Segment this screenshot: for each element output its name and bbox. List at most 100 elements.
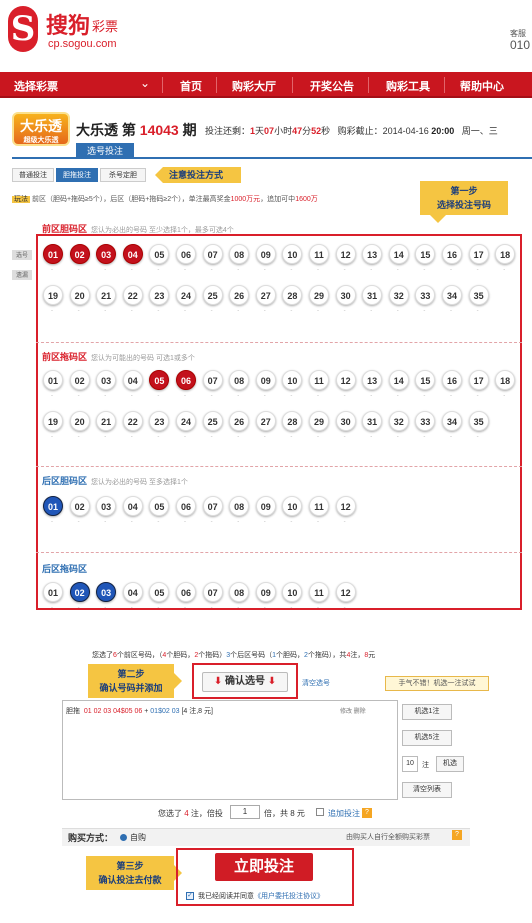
front-tuo-ball[interactable]: 07 [202, 370, 223, 390]
back-dan-ball[interactable]: 01 [43, 496, 63, 516]
tab-dantuo-bet[interactable]: 胆拖投注 [56, 168, 98, 182]
back-tuo-ball[interactable]: 01 [43, 582, 63, 602]
rule-text: 前区（胆码+拖码≥5个），后区（胆码+拖码≥2个），单注最高奖金 [31, 196, 231, 203]
back-tuo-ball[interactable]: 04 [122, 582, 143, 602]
bet-now-button[interactable]: 立即投注 [215, 853, 313, 881]
tab-normal-bet[interactable]: 普通投注 [12, 168, 54, 182]
side-select-button[interactable]: 选号 [12, 250, 32, 260]
back-dan-ball[interactable]: 02 [69, 496, 90, 516]
chase-label[interactable]: 追加投注 [328, 808, 360, 819]
front-dan-ball[interactable]: 04 [122, 244, 143, 264]
front-tuo-ball[interactable]: 25 [202, 411, 223, 431]
back-dan-ball[interactable]: 09 [255, 496, 276, 516]
front-dan-ball[interactable]: 32 [388, 285, 409, 305]
machine-pick-5-button[interactable]: 机选5注 [402, 730, 452, 746]
self-buy-radio[interactable] [120, 834, 127, 841]
nav-hall[interactable]: 购彩大厅 [232, 78, 276, 94]
nav-results[interactable]: 开奖公告 [310, 78, 354, 94]
front-tuo-ball[interactable]: 20 [69, 411, 90, 431]
front-dan-ball[interactable]: 24 [176, 285, 196, 305]
front-dan-ball[interactable]: 16 [442, 244, 462, 264]
clear-selection-link[interactable]: 清空选号 [302, 678, 330, 688]
back-tuo-ball[interactable]: 06 [176, 582, 196, 602]
front-tuo-ball[interactable]: 16 [442, 370, 462, 390]
front-tuo-ball[interactable]: 06 [176, 370, 196, 390]
front-tuo-ball[interactable]: 19 [43, 411, 63, 431]
front-tuo-ball[interactable]: 12 [335, 370, 356, 390]
bet-list-item[interactable]: 胆拖 01 02 03 04$05 06 + 01$02 03 [4 注,8 元… [66, 706, 213, 716]
machine-pick-1-button[interactable]: 机选1注 [402, 704, 452, 720]
front-dan-ball[interactable]: 30 [335, 285, 356, 305]
help-icon[interactable]: ? [362, 808, 372, 818]
back-tuo-ball[interactable]: 11 [309, 582, 329, 602]
bet-row-actions[interactable]: 修改 删除 [340, 706, 366, 715]
brand-name[interactable]: 搜狗 [46, 8, 90, 40]
lottery-select[interactable]: 选择彩票 [14, 78, 58, 94]
front-dan-ball[interactable]: 09 [255, 244, 276, 264]
front-dan-ball[interactable]: 12 [335, 244, 356, 264]
front-dan-ball[interactable]: 11 [309, 244, 329, 264]
front-dan-ball[interactable]: 34 [442, 285, 462, 305]
back-dan-ball[interactable]: 06 [176, 496, 196, 516]
front-tuo-ball[interactable]: 22 [122, 411, 143, 431]
machine-count-input[interactable]: 10 [402, 756, 418, 772]
back-dan-ball[interactable]: 11 [309, 496, 329, 516]
front-tuo-ball[interactable]: 27 [255, 411, 276, 431]
front-tuo-ball[interactable]: 29 [309, 411, 329, 431]
front-dan-ball[interactable]: 20 [69, 285, 90, 305]
chevron-down-icon[interactable]: ⌄ [140, 76, 150, 90]
back-dan-ball[interactable]: 12 [335, 496, 356, 516]
front-tuo-ball[interactable]: 24 [176, 411, 196, 431]
back-dan-ball[interactable]: 04 [122, 496, 143, 516]
confirm-selection-button[interactable]: ⬇ 确认选号 ⬇ [202, 672, 288, 692]
front-tuo-ball[interactable]: 02 [69, 370, 90, 390]
multiple-input[interactable]: 1 [230, 805, 260, 819]
front-tuo-ball[interactable]: 17 [468, 370, 489, 390]
nav-tools[interactable]: 购彩工具 [386, 78, 430, 94]
nav-home[interactable]: 首页 [180, 78, 202, 94]
miss-value: - [157, 434, 160, 440]
front-dan-ball[interactable]: 27 [255, 285, 276, 305]
miss-value: - [237, 605, 240, 611]
back-tuo-ball[interactable]: 02 [69, 582, 90, 602]
front-dan-ball[interactable]: 02 [69, 244, 90, 264]
clear-list-button[interactable]: 清空列表 [402, 782, 452, 798]
front-tuo-ball[interactable]: 35 [468, 411, 489, 431]
front-dan-ball[interactable]: 35 [468, 285, 489, 305]
front-tuo-ball[interactable]: 04 [122, 370, 143, 390]
back-tuo-ball[interactable]: 12 [335, 582, 356, 602]
machine-pick-n-button[interactable]: 机选 [436, 756, 464, 772]
front-dan-ball[interactable]: 19 [43, 285, 63, 305]
back-tuo-ball[interactable]: 07 [202, 582, 223, 602]
self-buy-label[interactable]: 自购 [130, 832, 146, 843]
front-dan-ball[interactable]: 25 [202, 285, 223, 305]
front-tuo-ball[interactable]: 34 [442, 411, 462, 431]
front-dan-ball[interactable]: 01 [43, 244, 63, 264]
sum-text: 您选了 [92, 652, 113, 659]
front-dan-ball[interactable]: 07 [202, 244, 223, 264]
front-tuo-ball[interactable]: 09 [255, 370, 276, 390]
nav-help[interactable]: 帮助中心 [460, 78, 504, 94]
front-dan-ball[interactable]: 29 [309, 285, 329, 305]
front-dan-ball[interactable]: 06 [176, 244, 196, 264]
front-tuo-ball[interactable]: 14 [388, 370, 409, 390]
front-tuo-ball[interactable]: 11 [309, 370, 329, 390]
back-dan-ball[interactable]: 07 [202, 496, 223, 516]
tab-select-number[interactable]: 选号投注 [76, 143, 134, 159]
front-dan-ball[interactable]: 22 [122, 285, 143, 305]
agreement-link[interactable]: 《用户委托投注协议》 [254, 893, 324, 900]
help-icon[interactable]: ? [452, 830, 462, 840]
lucky-pick-button[interactable]: 手气不错！机选一注试试 [385, 676, 489, 691]
side-miss-button[interactable]: 遗漏 [12, 270, 32, 280]
front-tuo-ball[interactable]: 01 [43, 370, 63, 390]
front-tuo-ball[interactable]: 32 [388, 411, 409, 431]
sogou-logo-icon[interactable]: S [8, 6, 38, 52]
front-dan-ball[interactable]: 14 [388, 244, 409, 264]
front-dan-ball[interactable]: 17 [468, 244, 489, 264]
miss-value: - [237, 434, 240, 440]
tab-kill-number[interactable]: 杀号定胆 [100, 168, 146, 182]
back-tuo-ball[interactable]: 09 [255, 582, 276, 602]
agree-checkbox[interactable]: ✓ [186, 892, 194, 900]
chase-checkbox[interactable] [316, 808, 324, 816]
front-tuo-ball[interactable]: 30 [335, 411, 356, 431]
